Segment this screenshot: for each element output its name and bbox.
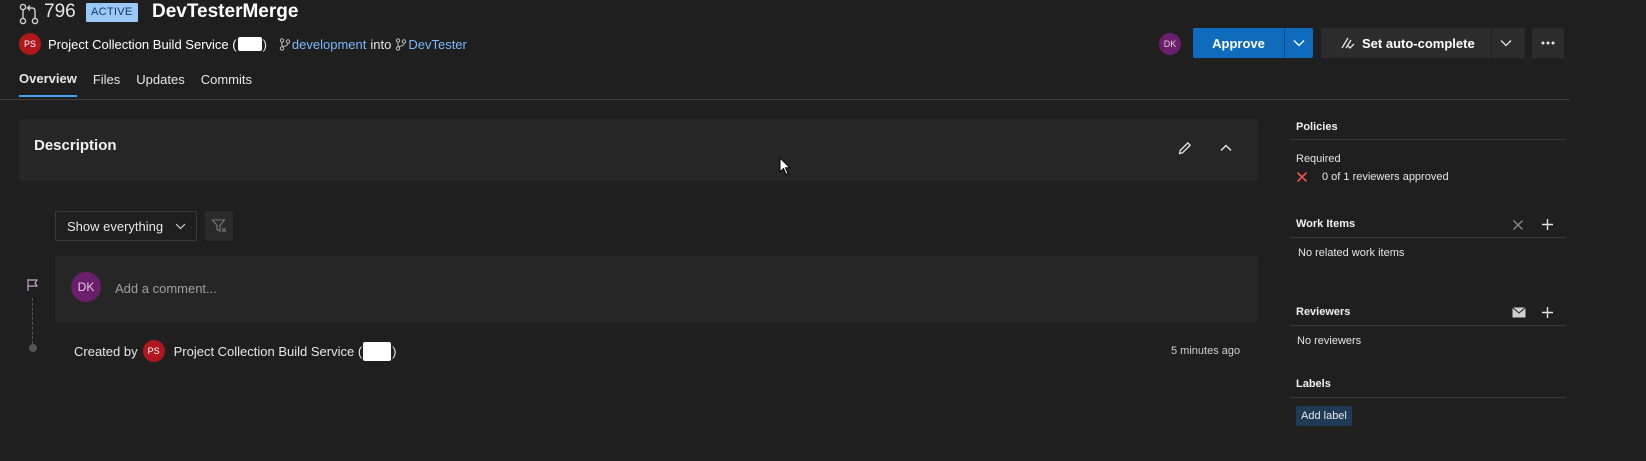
section-divider (1290, 139, 1566, 140)
labels-title: Labels (1296, 378, 1331, 390)
header-divider (0, 99, 1570, 100)
close-icon[interactable] (1512, 219, 1524, 231)
timestamp: 5 minutes ago (1171, 345, 1241, 357)
pr-number: 796 (44, 1, 76, 22)
filter-clear-icon (211, 219, 227, 233)
created-by-label: Created by (74, 343, 138, 359)
comment-flag-icon (27, 279, 39, 291)
tab-files[interactable]: Files (93, 72, 120, 96)
description-title: Description (34, 137, 117, 154)
section-divider (1290, 397, 1566, 398)
branch-icon (396, 37, 407, 51)
timeline-dot (29, 344, 37, 352)
target-branch-link[interactable]: DevTester (408, 37, 467, 52)
filter-label: Show everything (67, 218, 164, 234)
avatar[interactable]: PS (142, 340, 165, 362)
tab-overview[interactable]: Overview (19, 71, 77, 97)
more-actions-button[interactable] (1532, 28, 1564, 58)
set-autocomplete-button[interactable]: Set auto-complete (1362, 36, 1475, 51)
policy-status[interactable]: 0 of 1 reviewers approved (1322, 171, 1449, 183)
timeline-line (32, 298, 33, 344)
redacted-block (363, 341, 392, 361)
autocomplete-icon (1339, 35, 1355, 51)
comment-box: DK (55, 256, 1258, 322)
add-icon[interactable] (1541, 218, 1554, 231)
chevron-up-icon[interactable] (1218, 140, 1234, 156)
into-text: into (370, 36, 392, 52)
policies-title: Policies (1296, 121, 1338, 133)
more-icon (1541, 41, 1555, 45)
chevron-down-icon (175, 223, 186, 229)
edit-icon[interactable] (1177, 140, 1193, 156)
description-panel: Description (19, 119, 1258, 181)
reviewer-avatar[interactable]: DK (1159, 33, 1181, 55)
avatar[interactable]: PS (19, 33, 41, 55)
avatar: DK (71, 272, 101, 302)
branch-icon (279, 37, 291, 51)
pr-author-line: PS Project Collection Build Service ( ) … (19, 33, 467, 55)
reviewers-empty: No reviewers (1297, 335, 1362, 347)
mail-icon[interactable] (1512, 307, 1526, 318)
source-branch-link[interactable]: development (292, 37, 366, 52)
page-title: DevTesterMerge (152, 1, 299, 22)
created-by-name[interactable]: Project Collection Build Service ( (174, 344, 363, 359)
created-by-suffix: ) (392, 343, 397, 359)
add-icon[interactable] (1541, 306, 1554, 319)
add-label-button[interactable]: Add label (1296, 406, 1352, 426)
work-items-title: Work Items (1296, 218, 1356, 230)
chevron-down-icon (1293, 40, 1305, 47)
author-name-suffix: ) (262, 36, 267, 52)
work-items-empty: No related work items (1298, 247, 1405, 259)
required-label: Required (1296, 153, 1341, 165)
section-divider (1290, 325, 1566, 326)
tab-updates[interactable]: Updates (136, 72, 184, 96)
comment-input[interactable] (115, 278, 915, 298)
pull-request-icon (19, 3, 39, 25)
error-x-icon (1296, 171, 1308, 183)
redacted-block (237, 37, 262, 51)
activity-filter-dropdown[interactable]: Show everything (55, 211, 197, 241)
status-badge: ACTIVE (86, 3, 138, 22)
approve-button[interactable]: Approve (1193, 36, 1284, 51)
reviewers-title: Reviewers (1296, 306, 1351, 318)
author-name[interactable]: Project Collection Build Service ( (48, 37, 237, 52)
created-by-line: Created by PS Project Collection Build S… (74, 340, 397, 362)
approve-button-group: Approve (1193, 28, 1313, 58)
mouse-cursor-icon (779, 157, 791, 176)
autocomplete-button-group: Set auto-complete (1321, 28, 1525, 58)
approve-options-button[interactable] (1285, 39, 1313, 47)
clear-filter-button[interactable] (205, 211, 233, 241)
tab-commits[interactable]: Commits (201, 72, 252, 96)
section-divider (1290, 237, 1566, 238)
chevron-down-icon (1500, 40, 1512, 47)
tab-bar: Overview Files Updates Commits (19, 71, 252, 97)
autocomplete-options-button[interactable] (1492, 39, 1520, 47)
